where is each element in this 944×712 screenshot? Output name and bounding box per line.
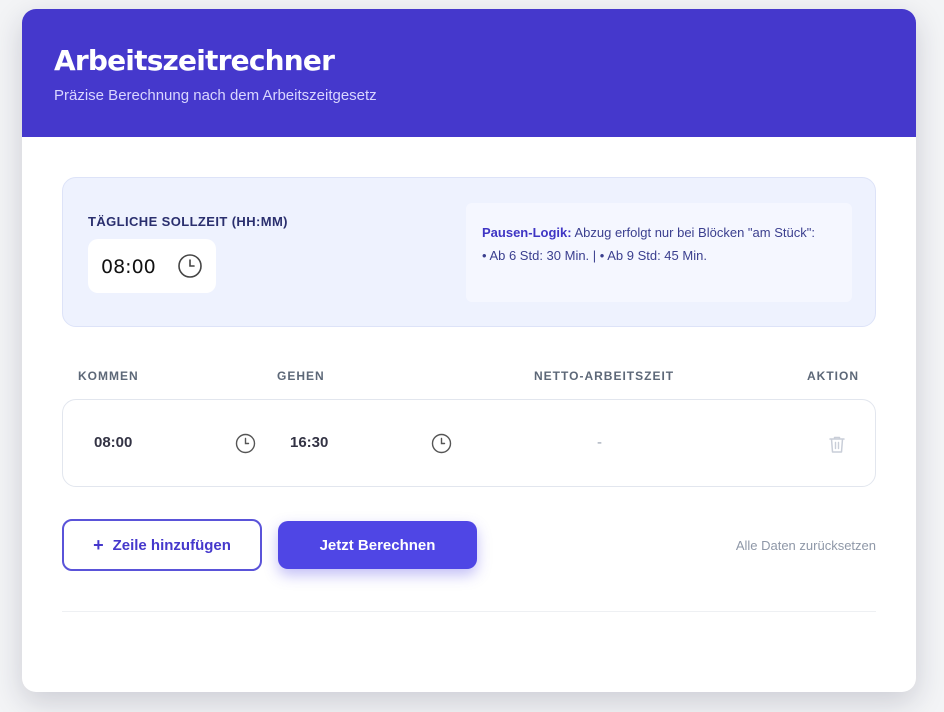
break-rules-heading: Pausen-Logik: xyxy=(482,225,572,240)
calculate-button[interactable]: Jetzt Berechnen xyxy=(278,521,477,569)
trash-icon[interactable] xyxy=(828,435,846,459)
gehen-input[interactable]: 16:30 xyxy=(290,434,328,451)
column-header-kommen: KOMMEN xyxy=(78,369,139,383)
break-rules-info: Pausen-Logik: Abzug erfolgt nur bei Blöc… xyxy=(466,203,852,302)
plus-icon: + xyxy=(93,535,104,555)
clock-icon[interactable] xyxy=(431,433,452,459)
clock-icon[interactable] xyxy=(177,253,203,284)
netto-value: - xyxy=(597,434,602,451)
target-time-label: TÄGLICHE SOLLZEIT (HH:MM) xyxy=(88,214,288,229)
target-time-value: 08:00 xyxy=(101,256,156,278)
column-header-netto: NETTO-ARBEITSZEIT xyxy=(534,369,675,383)
target-time-input[interactable]: 08:00 xyxy=(88,239,216,293)
reset-link[interactable]: Alle Daten zurücksetzen xyxy=(736,538,876,553)
calculate-label: Jetzt Berechnen xyxy=(319,536,436,554)
page-title: Arbeitszeitrechner xyxy=(54,44,335,77)
break-rules-text: Abzug erfolgt nur bei Blöcken "am Stück"… xyxy=(571,225,815,240)
calculator-card: Arbeitszeitrechner Präzise Berechnung na… xyxy=(22,9,916,692)
add-row-label: Zeile hinzufügen xyxy=(112,536,231,554)
clock-icon[interactable] xyxy=(235,433,256,459)
add-row-button[interactable]: + Zeile hinzufügen xyxy=(62,519,262,571)
header: Arbeitszeitrechner Präzise Berechnung na… xyxy=(22,9,916,137)
break-rules-line1: Pausen-Logik: Abzug erfolgt nur bei Blöc… xyxy=(482,221,836,244)
break-rules-line2: • Ab 6 Std: 30 Min. | • Ab 9 Std: 45 Min… xyxy=(482,248,707,263)
column-header-gehen: GEHEN xyxy=(277,369,325,383)
kommen-input[interactable]: 08:00 xyxy=(94,434,132,451)
divider xyxy=(62,611,876,612)
page-subtitle: Präzise Berechnung nach dem Arbeitszeitg… xyxy=(54,87,377,104)
target-time-panel: TÄGLICHE SOLLZEIT (HH:MM) 08:00 Pausen-L… xyxy=(62,177,876,327)
column-header-aktion: AKTION xyxy=(807,369,859,383)
time-entry-row: 08:00 16:30 - xyxy=(62,399,876,487)
